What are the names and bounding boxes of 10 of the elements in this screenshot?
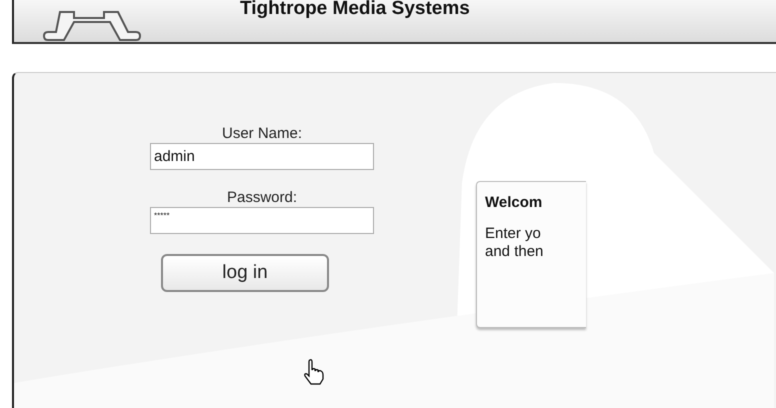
site-title: Tightrope Media Systems <box>240 0 470 20</box>
password-label: Password: <box>226 189 298 207</box>
login-button[interactable]: log in <box>161 254 329 292</box>
username-label: User Name: <box>222 125 302 143</box>
username-field[interactable]: admin <box>150 143 374 170</box>
password-field[interactable]: ***** <box>150 207 374 234</box>
hand-cursor-icon <box>303 359 325 385</box>
welcome-text: and then <box>485 243 544 261</box>
welcome-title: Welcom <box>485 194 544 211</box>
welcome-text: Enter yo <box>485 225 542 243</box>
